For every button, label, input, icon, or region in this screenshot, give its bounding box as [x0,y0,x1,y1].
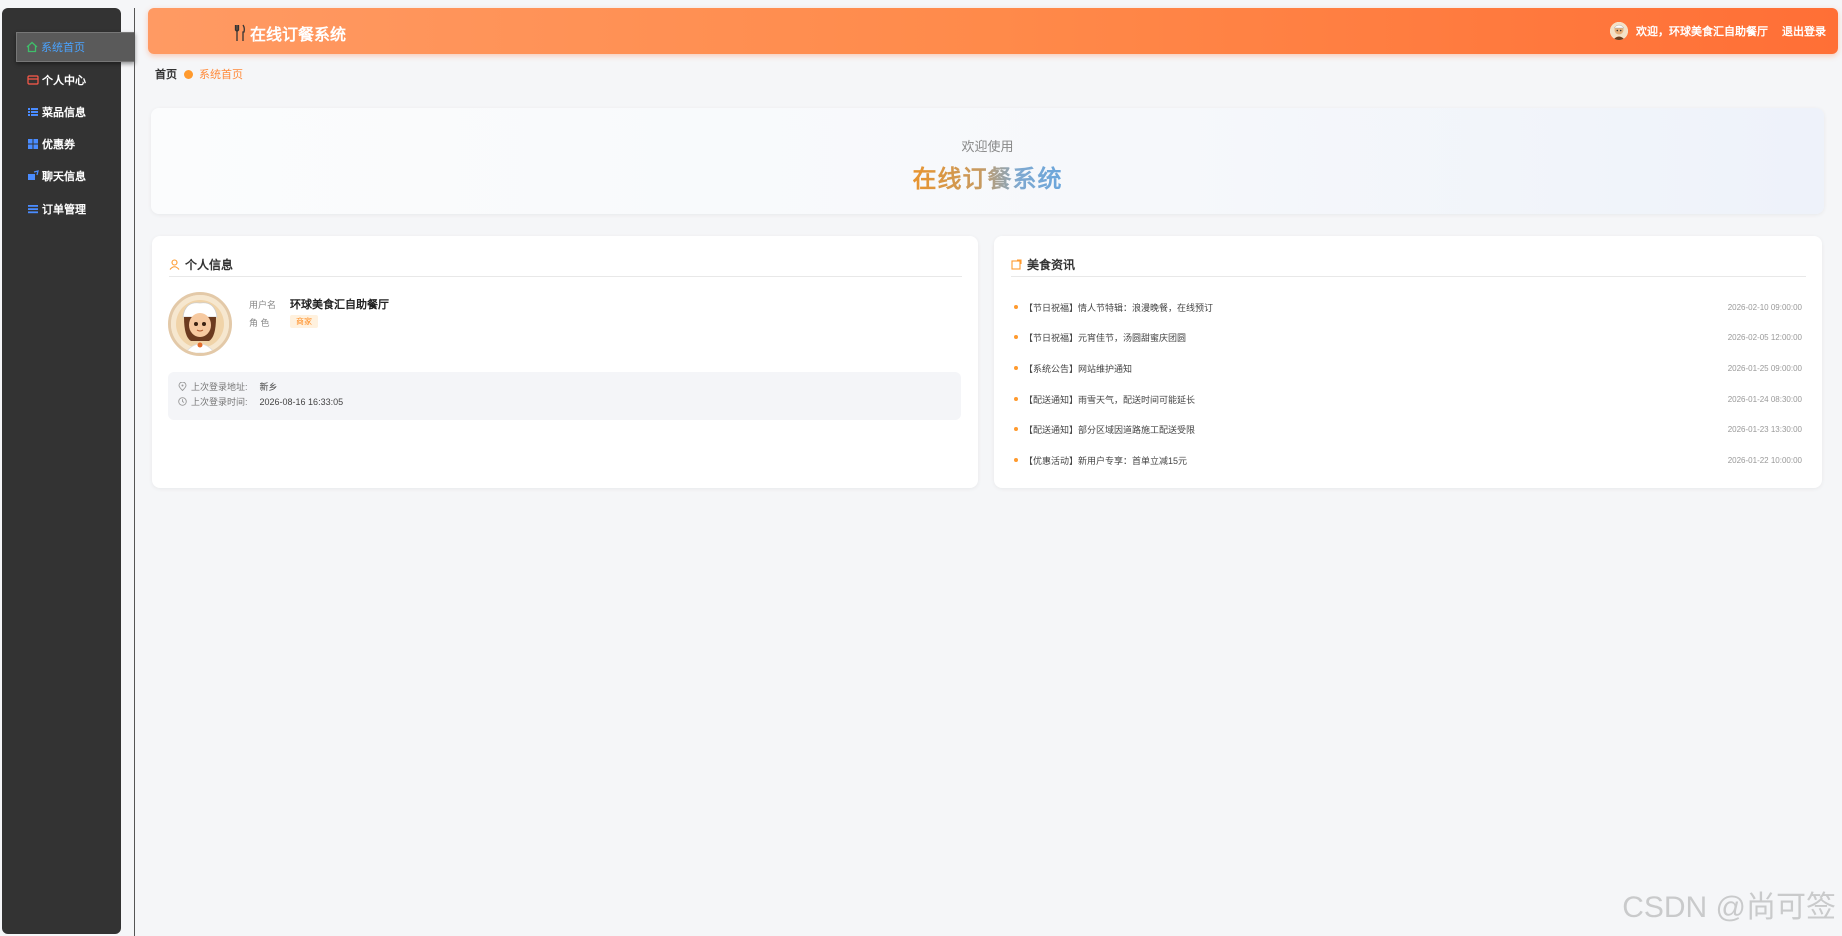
news-title: 【优惠活动】新用户专享：首单立减15元 [1024,455,1188,466]
last-login-address: 上次登录地址: 新乡 [178,380,278,393]
sidebar-divider [134,8,135,936]
menu-icon [26,203,39,216]
news-item[interactable]: 【优惠活动】新用户专享：首单立减15元 2026-01-22 10:00:00 [1014,452,1802,468]
avatar[interactable] [1610,22,1628,40]
bullet-icon [1014,397,1018,401]
news-item[interactable]: 【节日祝福】元宵佳节，汤圆甜蜜庆团圆 2026-02-05 12:00:00 [1014,329,1802,345]
sidebar-item-label: 订单管理 [42,204,86,216]
news-date: 2026-01-23 13:30:00 [1727,424,1802,434]
breadcrumb-home[interactable]: 首页 [155,66,177,82]
username-label: 用户名 [249,300,277,310]
edit-icon [1011,259,1022,270]
news-card-header: 美食资讯 [1011,253,1806,277]
sidebar-item-profile[interactable]: 个人中心 [2,65,121,95]
news-item[interactable]: 【系统公告】网站维护通知 2026-01-25 09:00:00 [1014,360,1802,376]
role-badge: 商家 [290,315,318,328]
news-title: 【配送通知】部分区域因道路施工配送受限 [1024,424,1196,435]
welcome-banner: 欢迎使用 在线订餐系统 [151,108,1824,214]
news-date: 2026-01-24 08:30:00 [1727,394,1802,404]
breadcrumb: 首页 系统首页 [155,66,243,82]
sidebar-item-label: 聊天信息 [42,171,86,183]
news-item[interactable]: 【节日祝福】情人节特辑：浪漫晚餐，在线预订 2026-02-10 09:00:0… [1014,299,1802,315]
chat-icon [26,170,39,183]
watermark: CSDN @尚可签 [1622,891,1836,924]
user-icon [169,259,180,270]
logout-button[interactable]: 退出登录 [1782,23,1826,39]
grid-icon [26,138,39,151]
id-card-icon [26,74,39,87]
news-item[interactable]: 【配送通知】雨雪天气，配送时间可能延长 2026-01-24 08:30:00 [1014,391,1802,407]
news-date: 2026-02-10 09:00:00 [1727,302,1802,312]
news-date: 2026-01-25 09:00:00 [1727,363,1802,373]
top-header: 在线订餐系统 欢迎，环球美食汇自助餐厅 退出登录 [148,8,1838,54]
sidebar-item-home[interactable]: 系统首页 [16,32,135,62]
sidebar-item-label: 优惠券 [42,139,75,151]
profile-card: 个人信息 用户名 环球美食汇自助餐厅 角 色 商家 上次登录地址: 新乡 上次登… [152,236,978,488]
news-title: 【系统公告】网站维护通知 [1024,363,1133,374]
bullet-icon [1014,305,1018,309]
sidebar-item-orders[interactable]: 订单管理 [2,194,121,224]
header-user-area: 欢迎，环球美食汇自助餐厅 退出登录 [1610,22,1826,40]
welcome-title: 在线订餐系统 [913,159,1063,194]
profile-card-header: 个人信息 [169,253,962,277]
welcome-subtitle: 欢迎使用 [961,139,1014,154]
sidebar: 系统首页 个人中心 菜品信息 优惠券 聊天信息 订单管理 [2,8,135,934]
news-title: 【配送通知】雨雪天气，配送时间可能延长 [1024,394,1196,405]
profile-avatar [168,292,232,356]
breadcrumb-separator-icon [184,69,193,79]
bullet-icon [1014,458,1018,462]
bullet-icon [1014,335,1018,339]
sidebar-item-dishes[interactable]: 菜品信息 [2,97,121,127]
news-date: 2026-02-05 12:00:00 [1727,332,1802,342]
role-label: 角 色 [249,318,270,328]
home-icon [25,41,38,54]
bullet-icon [1014,427,1018,431]
sidebar-item-coupons[interactable]: 优惠券 [2,129,121,159]
news-title: 【节日祝福】情人节特辑：浪漫晚餐，在线预订 [1024,302,1214,313]
bullet-icon [1014,366,1018,370]
breadcrumb-current: 系统首页 [199,69,243,81]
news-date: 2026-01-22 10:00:00 [1727,455,1802,465]
app-title: 在线订餐系统 [234,21,346,45]
greeting-text: 欢迎，环球美食汇自助餐厅 [1636,26,1768,38]
login-info-box: 上次登录地址: 新乡 上次登录时间: 2026-08-16 16:33:05 [168,372,961,420]
news-title: 【节日祝福】元宵佳节，汤圆甜蜜庆团圆 [1024,332,1187,343]
username-value: 环球美食汇自助餐厅 [290,299,389,311]
last-login-time: 上次登录时间: 2026-08-16 16:33:05 [178,395,343,408]
list-icon [26,106,39,119]
sidebar-item-label: 系统首页 [41,42,85,54]
utensils-icon [234,24,246,42]
sidebar-item-chat[interactable]: 聊天信息 [2,161,121,191]
clock-icon [178,397,187,406]
news-card: 美食资讯 【节日祝福】情人节特辑：浪漫晚餐，在线预订 2026-02-10 09… [994,236,1822,488]
news-item[interactable]: 【配送通知】部分区域因道路施工配送受限 2026-01-23 13:30:00 [1014,421,1802,437]
sidebar-item-label: 菜品信息 [42,107,86,119]
location-pin-icon [178,382,187,391]
sidebar-item-label: 个人中心 [42,75,86,87]
